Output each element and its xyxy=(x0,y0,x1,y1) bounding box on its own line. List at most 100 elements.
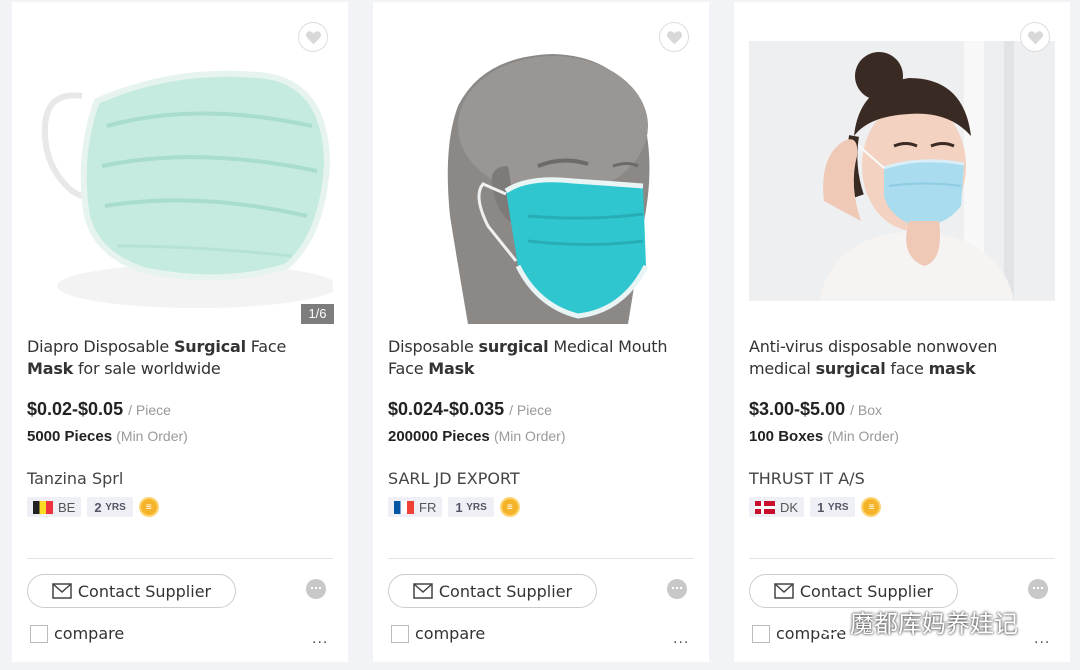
contact-supplier-label: Contact Supplier xyxy=(77,581,212,601)
contact-supplier-button[interactable]: Contact Supplier xyxy=(749,574,958,608)
compare-label[interactable]: compare xyxy=(415,624,485,643)
product-card: 1/6 Diapro Disposable Surgical Face Mask… xyxy=(12,2,348,662)
supplier-badges: FR 1 YRS ≡ xyxy=(388,497,520,517)
compare-checkbox[interactable] xyxy=(391,625,409,643)
supplier-badges: BE 2 YRS ≡ xyxy=(27,497,159,517)
price-range: $0.02-$0.05 xyxy=(27,399,124,419)
title-part: Surgical xyxy=(173,337,246,356)
price-range: $3.00-$5.00 xyxy=(749,399,846,419)
contact-supplier-button[interactable]: Contact Supplier xyxy=(27,574,236,608)
contact-supplier-label: Contact Supplier xyxy=(438,581,573,601)
title-part: Mask xyxy=(27,359,74,378)
min-order-label: (Min Order) xyxy=(827,428,899,444)
france-flag-icon xyxy=(394,500,414,514)
country-badge: DK xyxy=(749,497,805,517)
min-order: 5000 Pieces (Min Order) xyxy=(27,428,188,445)
heart-icon xyxy=(1027,30,1043,44)
years-suffix: YRS xyxy=(827,501,849,513)
supplier-name[interactable]: Tanzina Sprl xyxy=(27,469,123,488)
contact-supplier-button[interactable]: Contact Supplier xyxy=(388,574,597,608)
favorite-heart-button[interactable] xyxy=(1020,22,1050,52)
heart-icon xyxy=(305,30,321,44)
price-unit: / Box xyxy=(850,402,883,418)
product-card: Anti-virus disposable nonwoven medical s… xyxy=(734,2,1070,662)
country-code: BE xyxy=(58,499,76,515)
woman-wearing-mask-image xyxy=(749,16,1055,324)
years-badge: 2 YRS xyxy=(87,497,133,517)
mannequin-head-mask-image xyxy=(388,16,694,324)
more-options-button[interactable]: ... xyxy=(312,630,328,648)
wechat-icon xyxy=(805,608,842,635)
product-title[interactable]: Anti-virus disposable nonwoven medical s… xyxy=(749,336,1059,380)
price-unit: / Piece xyxy=(128,402,171,418)
chat-icon[interactable] xyxy=(667,579,687,599)
title-part: Diapro Disposable xyxy=(27,337,174,356)
compare-label[interactable]: compare xyxy=(54,624,124,643)
divider xyxy=(27,558,333,559)
supplier-name[interactable]: SARL JD EXPORT xyxy=(388,469,520,488)
envelope-icon xyxy=(52,583,72,599)
years-value: 1 xyxy=(817,499,825,515)
min-order-label: (Min Order) xyxy=(116,428,188,444)
gold-supplier-medal-icon: ≡ xyxy=(138,497,159,517)
contact-supplier-label: Contact Supplier xyxy=(799,581,934,601)
title-part: face xyxy=(885,359,929,378)
more-options-button[interactable]: ... xyxy=(1034,630,1050,648)
chat-icon[interactable] xyxy=(1028,579,1048,599)
product-price: $0.024-$0.035 / Piece xyxy=(388,399,552,420)
favorite-heart-button[interactable] xyxy=(659,22,689,52)
country-badge: FR xyxy=(388,497,443,517)
product-image[interactable] xyxy=(27,16,333,324)
product-image[interactable] xyxy=(749,16,1055,324)
compare-checkbox[interactable] xyxy=(752,625,770,643)
years-suffix: YRS xyxy=(466,501,487,513)
product-title[interactable]: Disposable surgical Medical Mouth Face M… xyxy=(388,336,698,380)
divider xyxy=(388,558,694,559)
chat-icon[interactable] xyxy=(306,579,326,599)
title-part: surgical xyxy=(815,359,886,378)
product-price: $3.00-$5.00 / Box xyxy=(749,399,882,420)
envelope-icon xyxy=(774,583,794,599)
country-badge: BE xyxy=(27,497,82,517)
country-code: FR xyxy=(419,499,437,515)
min-order-qty: 5000 Pieces xyxy=(27,428,113,445)
divider xyxy=(749,558,1055,559)
product-title[interactable]: Diapro Disposable Surgical Face Mask for… xyxy=(27,336,337,380)
years-value: 1 xyxy=(455,499,463,515)
min-order: 100 Boxes (Min Order) xyxy=(749,428,899,445)
product-card: Disposable surgical Medical Mouth Face M… xyxy=(373,2,709,662)
title-part: surgical xyxy=(478,337,549,356)
title-part: for sale worldwide xyxy=(73,359,221,378)
country-code: DK xyxy=(780,499,799,515)
more-options-button[interactable]: ... xyxy=(673,630,689,648)
product-image[interactable] xyxy=(388,16,694,324)
belgium-flag-icon xyxy=(33,500,53,514)
years-suffix: YRS xyxy=(105,501,126,513)
flat-surgical-mask-image xyxy=(27,16,333,324)
years-badge: 1 YRS xyxy=(448,497,494,517)
min-order: 200000 Pieces (Min Order) xyxy=(388,428,566,445)
supplier-badges: DK 1 YRS ≡ xyxy=(749,497,882,517)
title-part: Face xyxy=(245,337,287,356)
favorite-heart-button[interactable] xyxy=(298,22,328,52)
watermark-text: 魔都库妈养娃记 xyxy=(850,610,1018,638)
supplier-name[interactable]: THRUST IT A/S xyxy=(749,469,865,488)
wechat-watermark: 魔都库妈养娃记 xyxy=(804,604,1018,639)
price-range: $0.024-$0.035 xyxy=(388,399,505,419)
envelope-icon xyxy=(413,583,433,599)
denmark-flag-icon xyxy=(755,500,775,514)
image-counter: 1/6 xyxy=(301,304,334,324)
heart-icon xyxy=(666,30,682,44)
years-badge: 1 YRS xyxy=(810,497,856,517)
min-order-qty: 100 Boxes xyxy=(749,428,824,445)
price-unit: / Piece xyxy=(509,402,552,418)
min-order-qty: 200000 Pieces xyxy=(388,428,490,445)
gold-supplier-medal-icon: ≡ xyxy=(861,497,882,517)
gold-supplier-medal-icon: ≡ xyxy=(499,497,520,517)
years-value: 2 xyxy=(94,499,102,515)
min-order-label: (Min Order) xyxy=(493,428,566,444)
title-part: Mask xyxy=(428,359,475,378)
compare-checkbox[interactable] xyxy=(30,625,48,643)
title-part: Disposable xyxy=(388,337,479,356)
title-part: mask xyxy=(928,359,976,378)
